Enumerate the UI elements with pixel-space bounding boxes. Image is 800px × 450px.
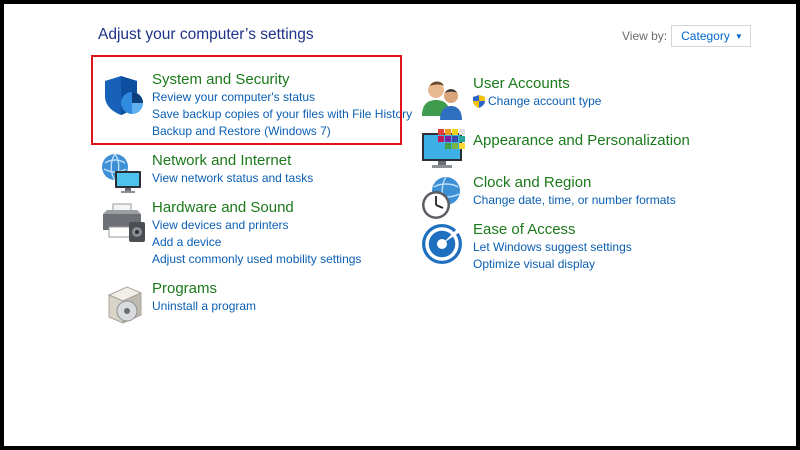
category-body: Hardware and Sound View devices and prin…	[152, 198, 361, 268]
chevron-down-icon: ▼	[734, 31, 743, 41]
highlight-box	[91, 55, 402, 145]
category-title-appearance-and-personalization[interactable]: Appearance and Personalization	[473, 131, 690, 150]
link-change-account-type-label: Change account type	[488, 94, 602, 108]
printer-icon	[103, 203, 145, 242]
link-add-device[interactable]: Add a device	[152, 234, 361, 251]
category-title-clock-and-region[interactable]: Clock and Region	[473, 173, 591, 192]
users-icon	[422, 81, 462, 120]
uac-shield-icon	[473, 95, 485, 108]
category-title-network-and-internet[interactable]: Network and Internet	[152, 151, 291, 170]
link-uninstall-program[interactable]: Uninstall a program	[152, 298, 256, 315]
category-body: Programs Uninstall a program	[152, 279, 256, 315]
category-body: Appearance and Personalization	[473, 131, 690, 150]
monitor-palette-icon	[422, 129, 465, 168]
view-by-value: Category	[681, 29, 730, 43]
link-date-time-formats[interactable]: Change date, time, or number formats	[473, 192, 676, 209]
view-by-label: View by:	[622, 29, 668, 43]
category-title-hardware-and-sound[interactable]: Hardware and Sound	[152, 198, 294, 217]
link-change-account-type[interactable]: Change account type	[473, 93, 601, 110]
category-body: Clock and Region Change date, time, or n…	[473, 173, 676, 209]
link-network-status[interactable]: View network status and tasks	[152, 170, 313, 187]
ease-of-access-icon	[422, 224, 462, 264]
category-body: Network and Internet View network status…	[152, 151, 313, 187]
category-title-programs[interactable]: Programs	[152, 279, 217, 298]
view-by-dropdown[interactable]: Category ▼	[671, 25, 751, 47]
link-windows-suggest-settings[interactable]: Let Windows suggest settings	[473, 239, 632, 256]
category-body: Ease of Access Let Windows suggest setti…	[473, 220, 632, 273]
programs-disc-icon	[107, 286, 143, 324]
category-body: User Accounts Change account type	[473, 74, 601, 110]
link-optimize-visual-display[interactable]: Optimize visual display	[473, 256, 632, 273]
category-title-user-accounts[interactable]: User Accounts	[473, 74, 570, 93]
view-by: View by: Category ▼	[622, 25, 751, 47]
page-title: Adjust your computer’s settings	[98, 26, 314, 43]
network-globe-icon	[102, 153, 141, 193]
clock-globe-icon	[422, 176, 460, 219]
control-panel-window: Adjust your computer’s settings View by:…	[4, 4, 796, 446]
link-devices-printers[interactable]: View devices and printers	[152, 217, 361, 234]
category-title-ease-of-access[interactable]: Ease of Access	[473, 220, 576, 239]
link-mobility-settings[interactable]: Adjust commonly used mobility settings	[152, 251, 361, 268]
